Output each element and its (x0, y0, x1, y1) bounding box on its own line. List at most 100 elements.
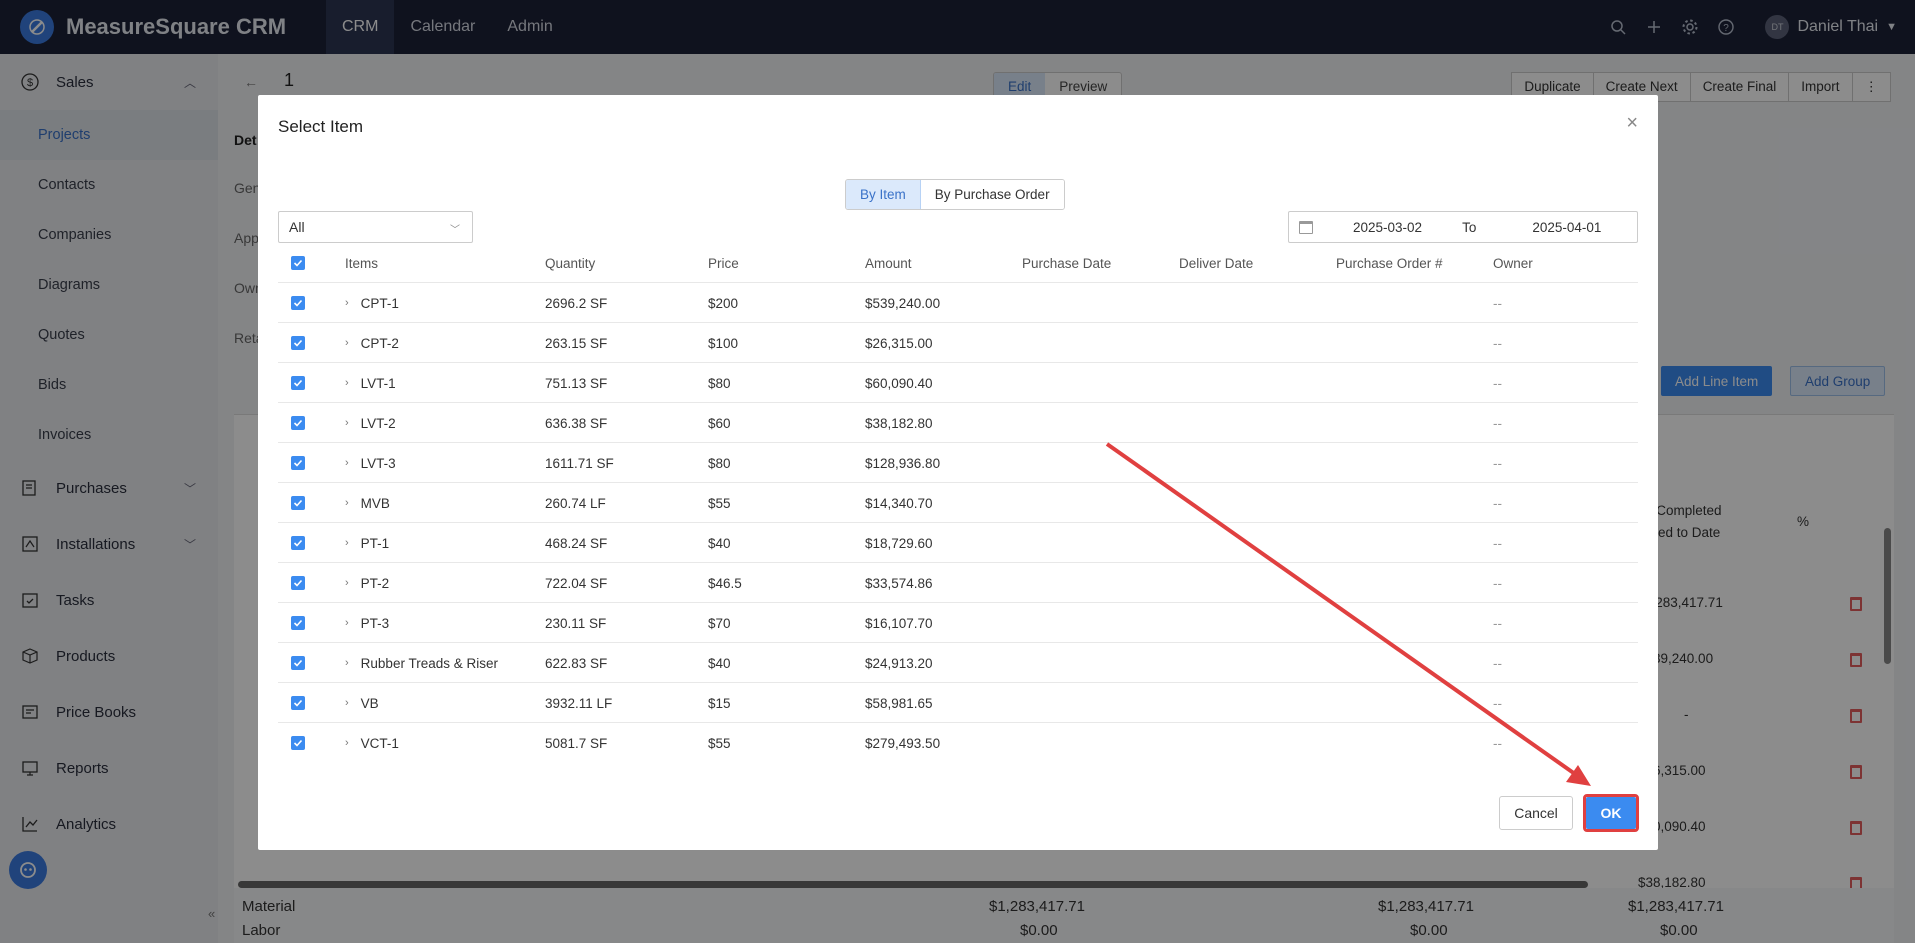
expand-chevron-icon[interactable]: › (345, 337, 349, 349)
item-price: $46.5 (708, 575, 742, 591)
date-from-input[interactable]: 2025-03-02 (1353, 220, 1422, 235)
item-quantity: 2696.2 SF (545, 295, 608, 311)
table-row[interactable]: › PT-2 722.04 SF $46.5 $33,574.86 -- (278, 563, 1638, 603)
expand-chevron-icon[interactable]: › (345, 417, 349, 429)
item-quantity: 5081.7 SF (545, 735, 608, 751)
expand-chevron-icon[interactable]: › (345, 377, 349, 389)
row-checkbox[interactable] (291, 416, 305, 430)
item-amount: $279,493.50 (865, 735, 941, 751)
calendar-icon (1299, 220, 1313, 234)
select-all-checkbox[interactable] (291, 256, 305, 270)
item-quantity: 3932.11 LF (545, 695, 613, 711)
item-owner: -- (1493, 295, 1502, 311)
row-checkbox[interactable] (291, 456, 305, 470)
item-amount: $16,107.70 (865, 615, 933, 631)
item-name: CPT-2 (360, 335, 399, 351)
item-owner: -- (1493, 695, 1502, 711)
item-quantity: 722.04 SF (545, 575, 608, 591)
row-checkbox[interactable] (291, 576, 305, 590)
expand-chevron-icon[interactable]: › (345, 577, 349, 589)
item-price: $70 (708, 615, 731, 631)
filter-select-value: All (289, 219, 305, 235)
expand-chevron-icon[interactable]: › (345, 497, 349, 509)
expand-chevron-icon[interactable]: › (345, 617, 349, 629)
item-name: LVT-3 (360, 455, 396, 471)
table-row[interactable]: › PT-3 230.11 SF $70 $16,107.70 -- (278, 603, 1638, 643)
item-name: LVT-1 (360, 375, 396, 391)
expand-chevron-icon[interactable]: › (345, 737, 349, 749)
item-quantity: 751.13 SF (545, 375, 608, 391)
item-price: $40 (708, 655, 731, 671)
cancel-button[interactable]: Cancel (1499, 796, 1573, 830)
item-amount: $60,090.40 (865, 375, 933, 391)
expand-chevron-icon[interactable]: › (345, 537, 349, 549)
item-amount: $24,913.20 (865, 655, 933, 671)
close-icon[interactable]: × (1626, 113, 1638, 133)
table-row[interactable]: › CPT-1 2696.2 SF $200 $539,240.00 -- (278, 283, 1638, 323)
table-row[interactable]: › LVT-1 751.13 SF $80 $60,090.40 -- (278, 363, 1638, 403)
row-checkbox[interactable] (291, 296, 305, 310)
view-mode-toggle: By Item By Purchase Order (845, 179, 1065, 210)
item-amount: $14,340.70 (865, 495, 933, 511)
row-checkbox[interactable] (291, 696, 305, 710)
tab-by-purchase-order[interactable]: By Purchase Order (920, 180, 1064, 209)
column-header-quantity: Quantity (545, 255, 596, 271)
item-name: PT-2 (360, 575, 390, 591)
item-amount: $58,981.65 (865, 695, 933, 711)
item-price: $100 (708, 335, 739, 351)
item-name: MVB (360, 495, 390, 511)
item-owner: -- (1493, 335, 1502, 351)
item-name: Rubber Treads & Riser (360, 655, 498, 671)
item-price: $55 (708, 495, 731, 511)
column-header-purchase-order: Purchase Order # (1336, 255, 1443, 271)
row-checkbox[interactable] (291, 656, 305, 670)
table-header: Items Quantity Price Amount Purchase Dat… (278, 243, 1638, 283)
item-quantity: 1611.71 SF (545, 455, 614, 471)
item-amount: $33,574.86 (865, 575, 933, 591)
tab-by-item[interactable]: By Item (846, 180, 921, 209)
table-body: › CPT-1 2696.2 SF $200 $539,240.00 -- › CPT-2 26… (278, 283, 1638, 755)
item-amount: $18,729.60 (865, 535, 933, 551)
item-amount: $38,182.80 (865, 415, 933, 431)
item-amount: $26,315.00 (865, 335, 933, 351)
row-checkbox[interactable] (291, 616, 305, 630)
ok-button[interactable]: OK (1586, 797, 1636, 829)
item-name: CPT-1 (360, 295, 399, 311)
table-row[interactable]: › VB 3932.11 LF $15 $58,981.65 -- (278, 683, 1638, 723)
item-price: $80 (708, 375, 731, 391)
item-amount: $539,240.00 (865, 295, 941, 311)
item-price: $40 (708, 535, 731, 551)
expand-chevron-icon[interactable]: › (345, 657, 349, 669)
table-row[interactable]: › PT-1 468.24 SF $40 $18,729.60 -- (278, 523, 1638, 563)
item-owner: -- (1493, 615, 1502, 631)
item-owner: -- (1493, 535, 1502, 551)
item-quantity: 263.15 SF (545, 335, 608, 351)
item-owner: -- (1493, 735, 1502, 751)
expand-chevron-icon[interactable]: › (345, 297, 349, 309)
item-quantity: 636.38 SF (545, 415, 608, 431)
table-row[interactable]: › MVB 260.74 LF $55 $14,340.70 -- (278, 483, 1638, 523)
row-checkbox[interactable] (291, 736, 305, 750)
row-checkbox[interactable] (291, 496, 305, 510)
table-row[interactable]: › CPT-2 263.15 SF $100 $26,315.00 -- (278, 323, 1638, 363)
table-row[interactable]: › LVT-3 1611.71 SF $80 $128,936.80 -- (278, 443, 1638, 483)
item-name: PT-3 (360, 615, 390, 631)
item-quantity: 622.83 SF (545, 655, 608, 671)
table-row[interactable]: › LVT-2 636.38 SF $60 $38,182.80 -- (278, 403, 1638, 443)
expand-chevron-icon[interactable]: › (345, 457, 349, 469)
date-range-separator: To (1462, 219, 1477, 235)
item-owner: -- (1493, 655, 1502, 671)
item-price: $80 (708, 455, 731, 471)
dialog-title: Select Item (278, 117, 364, 136)
item-quantity: 468.24 SF (545, 535, 608, 551)
date-to-input[interactable]: 2025-04-01 (1532, 220, 1601, 235)
date-range-picker[interactable]: 2025-03-02 To 2025-04-01 (1288, 211, 1638, 243)
row-checkbox[interactable] (291, 376, 305, 390)
expand-chevron-icon[interactable]: › (345, 697, 349, 709)
table-row[interactable]: › Rubber Treads & Riser 622.83 SF $40 $24,91… (278, 643, 1638, 683)
filter-select[interactable]: All ﹀ (278, 211, 473, 243)
row-checkbox[interactable] (291, 536, 305, 550)
row-checkbox[interactable] (291, 336, 305, 350)
chevron-down-icon: ﹀ (450, 225, 460, 236)
table-row[interactable]: › VCT-1 5081.7 SF $55 $279,493.50 -- (278, 723, 1638, 755)
